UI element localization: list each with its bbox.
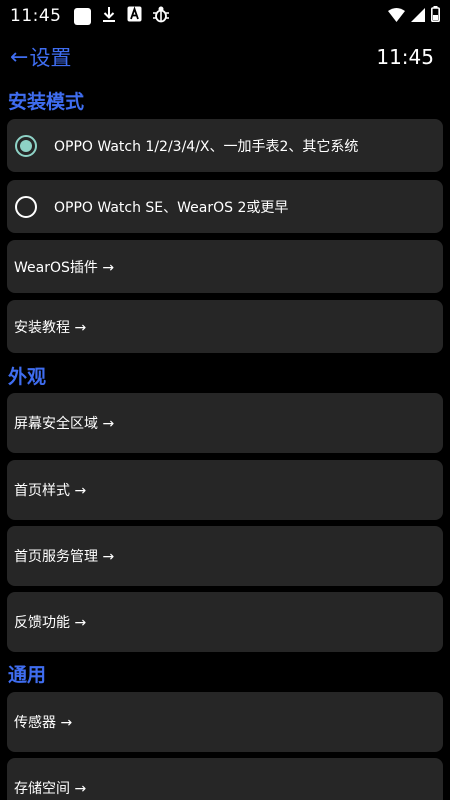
install-tutorial-item[interactable]: 安装教程 → xyxy=(7,300,443,353)
install-option-label: OPPO Watch 1/2/3/4/X、一加手表2、其它系统 xyxy=(54,138,359,155)
square-notification-icon xyxy=(73,7,91,25)
list-item-label: 传感器 → xyxy=(14,715,73,731)
status-right-icons xyxy=(388,6,441,26)
list-item-label: 反馈功能 → xyxy=(14,615,87,631)
section-title-install-mode: 安装模式 xyxy=(8,91,85,113)
list-item-label: WearOS插件 → xyxy=(14,259,115,276)
list-item-label: 屏幕安全区域 → xyxy=(14,416,115,432)
storage-item[interactable]: 存储空间 → xyxy=(7,758,443,800)
home-style-item[interactable]: 首页样式 → xyxy=(7,460,443,520)
install-option-new[interactable]: OPPO Watch 1/2/3/4/X、一加手表2、其它系统 xyxy=(7,119,443,172)
install-option-label: OPPO Watch SE、WearOS 2或更早 xyxy=(54,199,289,216)
wifi-icon xyxy=(388,7,405,26)
install-option-legacy[interactable]: OPPO Watch SE、WearOS 2或更早 xyxy=(7,180,443,233)
download-icon xyxy=(101,6,117,27)
back-arrow-icon: ← xyxy=(10,44,29,70)
list-item-label: 安装教程 → xyxy=(14,319,87,336)
list-item-label: 首页服务管理 → xyxy=(14,549,115,565)
list-item-label: 首页样式 → xyxy=(14,483,87,499)
screen-safe-area-item[interactable]: 屏幕安全区域 → xyxy=(7,393,443,453)
app-bar: ← 设置 11:45 xyxy=(0,36,450,78)
bug-icon xyxy=(152,5,170,27)
status-left-icons xyxy=(73,5,170,27)
signal-icon xyxy=(411,7,425,26)
status-bar: 11:45 xyxy=(0,0,450,32)
wearos-plugin-item[interactable]: WearOS插件 → xyxy=(7,240,443,293)
page-title: 设置 xyxy=(29,46,72,70)
list-item-label: 存储空间 → xyxy=(14,781,87,797)
font-app-icon xyxy=(127,6,142,26)
section-title-general: 通用 xyxy=(8,664,47,686)
section-title-appearance: 外观 xyxy=(8,366,47,388)
battery-icon xyxy=(431,6,441,26)
sensor-item[interactable]: 传感器 → xyxy=(7,692,443,752)
header-time: 11:45 xyxy=(376,45,434,69)
home-service-manage-item[interactable]: 首页服务管理 → xyxy=(7,526,443,586)
back-button[interactable]: ← 设置 xyxy=(10,42,71,72)
status-time: 11:45 xyxy=(10,6,62,26)
radio-checked-icon[interactable] xyxy=(15,134,37,157)
radio-unchecked-icon[interactable] xyxy=(15,195,37,218)
feedback-item[interactable]: 反馈功能 → xyxy=(7,592,443,652)
